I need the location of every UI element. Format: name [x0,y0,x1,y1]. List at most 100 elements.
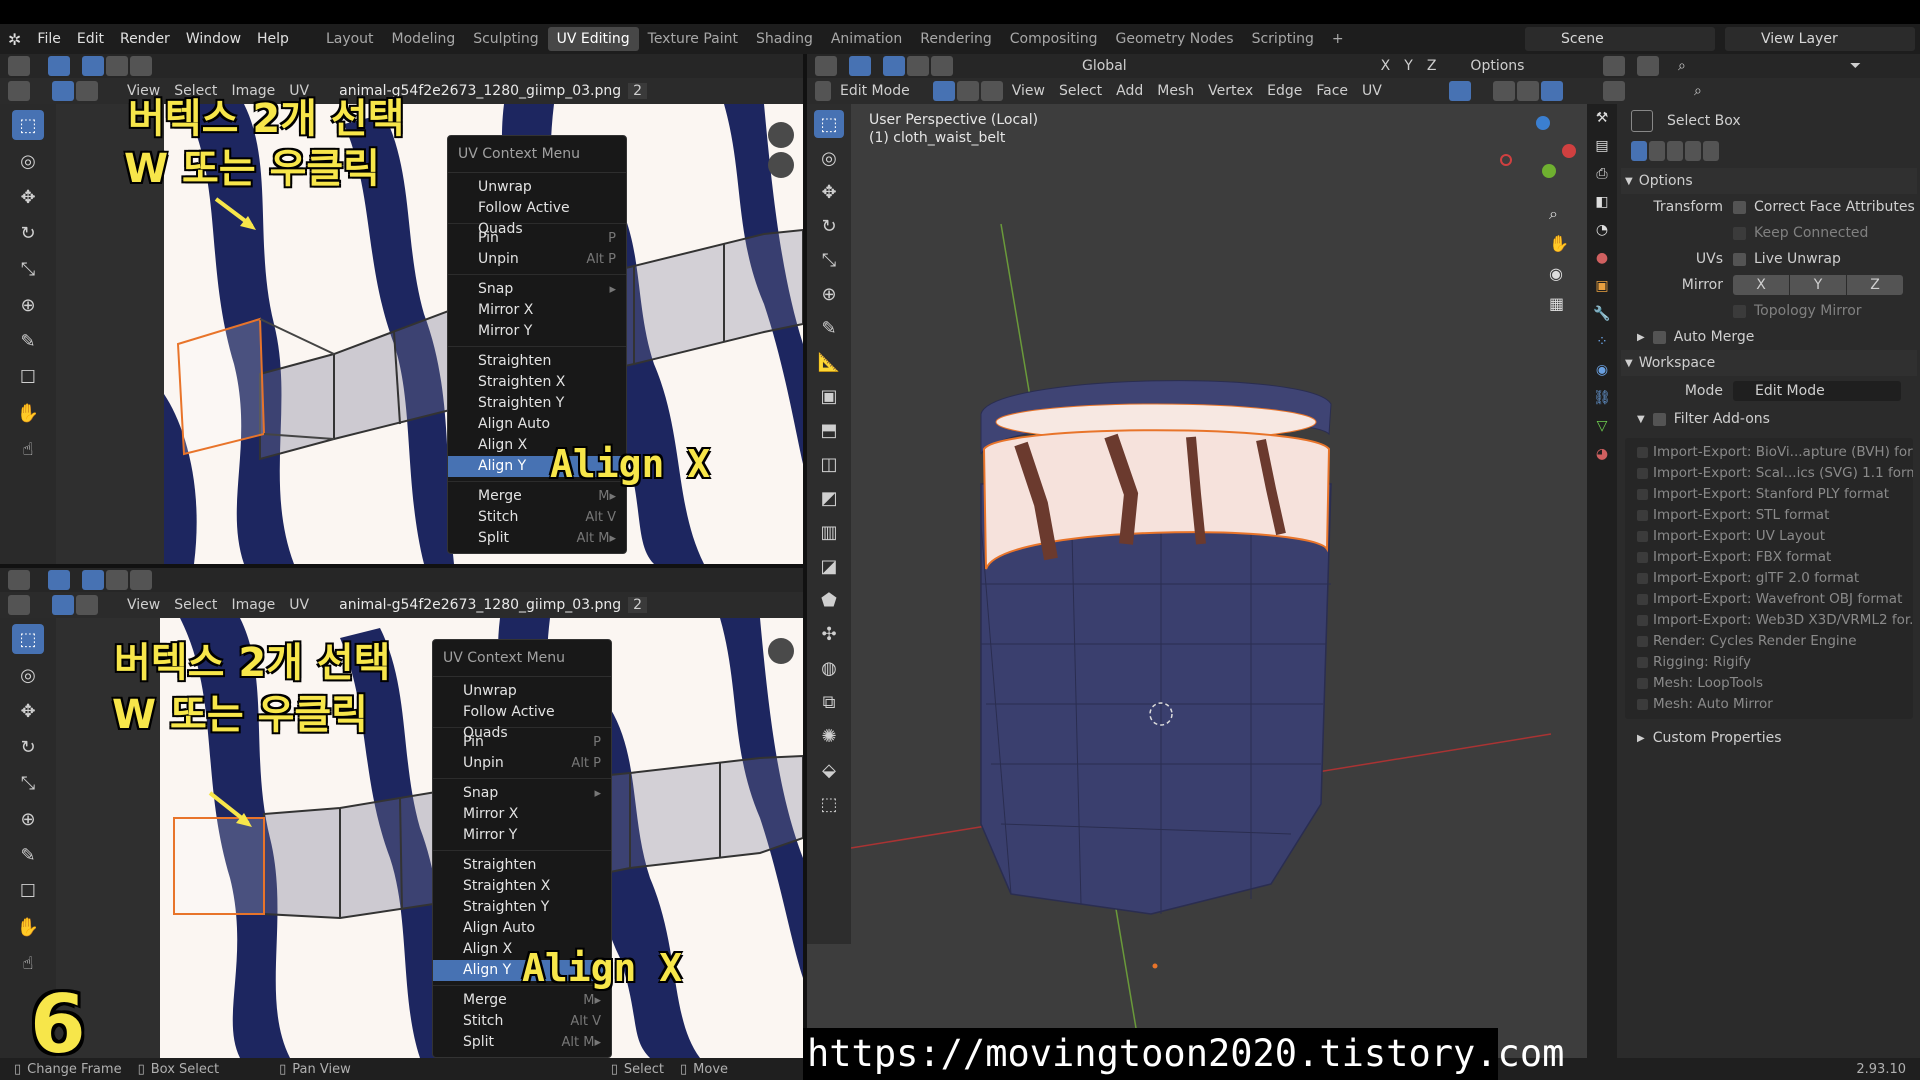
gizmo-y-axis-icon[interactable] [1536,116,1550,130]
axis-y-toggle[interactable]: Y [1397,58,1420,74]
menu-item-unpin[interactable]: Unpin Alt P [448,249,626,270]
bevel-tool-icon[interactable]: ◩ [814,484,844,512]
tab-rendering[interactable]: Rendering [911,27,1001,51]
select-box-tool-icon[interactable]: ⬚ [12,624,44,654]
face-mode-icon[interactable] [130,56,152,76]
addon-item[interactable]: Import-Export: BioVi...apture (BVH) form… [1625,442,1913,463]
addon-item[interactable]: Mesh: LoopTools [1625,673,1913,694]
shear-tool-icon[interactable]: ⬙ [814,756,844,784]
blender-logo-icon[interactable]: ✲ [0,30,29,49]
menu-item-straighten[interactable]: Straighten [448,351,626,372]
grid-icon[interactable]: ▦ [1549,294,1564,313]
menu-item-unwrap[interactable]: Unwrap [433,681,611,702]
menu-item-follow-active-quads[interactable]: Follow Active Quads [448,198,626,237]
tab-shading[interactable]: Shading [747,27,822,51]
view-mode-icon[interactable] [8,595,30,615]
menu-item-pin[interactable]: Pin P [433,732,611,753]
editor-type-icon[interactable] [8,56,30,76]
uv-menu-uv[interactable]: UV [282,597,316,613]
face-select-icon[interactable] [931,56,953,76]
tab-render-icon[interactable]: ▤ [1587,132,1617,160]
select-mode-icon[interactable] [48,570,70,590]
tab-modifier-icon[interactable]: 🔧 [1587,300,1617,328]
move-tool-icon[interactable]: ✥ [12,182,44,212]
viewport-menu-add[interactable]: Add [1109,83,1150,99]
mode-extend-icon[interactable] [1649,141,1665,161]
viewport-menu-mesh[interactable]: Mesh [1150,83,1201,99]
grab-tool-icon[interactable]: ☐ [12,876,44,906]
menu-item-straighten[interactable]: Straighten [433,855,611,876]
annotate-tool-icon[interactable]: ✎ [12,840,44,870]
menu-item-stitch[interactable]: Stitch Alt V [433,1011,611,1032]
menu-help[interactable]: Help [249,31,297,47]
tab-layout[interactable]: Layout [317,27,383,51]
gizmo-x-axis-icon[interactable] [1562,144,1576,158]
zoom-icon[interactable]: ⌕ [1549,204,1558,224]
mode-subtract-icon[interactable] [1667,141,1683,161]
addon-item[interactable]: Import-Export: Wavefront OBJ format [1625,589,1913,610]
annotate-tool-icon[interactable]: ✎ [814,314,844,342]
gizmo-neg-x-icon[interactable] [1500,154,1512,166]
scene-selector[interactable]: Scene [1525,27,1715,51]
menu-item-mirror-x[interactable]: Mirror X [433,804,611,825]
mirror-x-button[interactable]: X [1733,275,1789,295]
scale-tool-icon[interactable]: ⤡ [814,246,844,274]
options-panel-header[interactable]: ▼ Options [1621,168,1917,194]
face-mode-icon[interactable] [980,81,1003,101]
orientation-dropdown[interactable]: Global [1075,58,1134,74]
addon-item[interactable]: Import-Export: FBX format [1625,547,1913,568]
workspace-panel-header[interactable]: ▼ Workspace [1621,350,1917,376]
pinch-tool-icon[interactable]: ☝ [12,948,44,978]
menu-file[interactable]: File [29,31,68,47]
menu-window[interactable]: Window [178,31,249,47]
pan-hand-icon[interactable]: ✋ [1549,234,1569,253]
auto-merge-checkbox[interactable] [1652,330,1666,344]
tab-uv-editing[interactable]: UV Editing [547,27,639,51]
vertex-mode-icon[interactable] [82,56,104,76]
menu-item-straighten-y[interactable]: Straighten Y [448,393,626,414]
rip-tool-icon[interactable]: ⬚ [814,790,844,818]
vertex-mode-icon[interactable] [932,81,955,101]
menu-item-stitch[interactable]: Stitch Alt V [448,507,626,528]
addon-item[interactable]: Import-Export: Stanford PLY format [1625,484,1913,505]
poly-build-tool-icon[interactable]: ⬟ [814,586,844,614]
filter-icon[interactable]: ⏷ [1843,58,1868,74]
vertex-select-icon[interactable] [883,56,905,76]
cursor-tool-icon[interactable]: ◎ [12,146,44,176]
uv-select-mode-icon[interactable] [76,595,98,615]
mode-dropdown[interactable]: Edit Mode [833,83,917,99]
tab-animation[interactable]: Animation [822,27,911,51]
correct-face-checkbox[interactable] [1733,200,1746,214]
tab-compositing[interactable]: Compositing [1001,27,1107,51]
outliner-search-icon[interactable]: ⌕ [1671,58,1693,74]
menu-item-mirror-y[interactable]: Mirror Y [433,825,611,846]
select-box-tool-icon[interactable]: ⬚ [814,110,844,138]
keep-connected-checkbox[interactable] [1733,226,1746,240]
tab-world-icon[interactable]: ● [1587,244,1617,272]
nav-gizmo-top[interactable] [768,122,794,148]
nav-gizmo-bottom[interactable] [768,638,794,664]
uv-menu-select[interactable]: Select [167,597,224,613]
tab-data-icon[interactable]: ▽ [1587,412,1617,440]
camera-icon[interactable]: ◉ [1549,264,1563,283]
tab-view-layer-icon[interactable]: ◧ [1587,188,1617,216]
menu-item-straighten-x[interactable]: Straighten X [448,372,626,393]
tab-modeling[interactable]: Modeling [383,27,465,51]
inset-tool-icon[interactable]: ◫ [814,450,844,478]
addon-item[interactable]: Mesh: Auto Mirror [1625,694,1913,715]
mode-select[interactable]: Edit Mode [1733,381,1901,401]
viewport-menu-vertex[interactable]: Vertex [1201,83,1260,99]
select-box-tool-icon[interactable]: ⬚ [12,110,44,140]
menu-item-unpin[interactable]: Unpin Alt P [433,753,611,774]
addon-item[interactable]: Rigging: Rigify [1625,652,1913,673]
tab-constraints-icon[interactable]: ⛓ [1587,384,1617,412]
edge-mode-icon[interactable] [106,570,128,590]
addon-item[interactable]: Import-Export: Web3D X3D/VRML2 for... [1625,610,1913,631]
tab-particles-icon[interactable]: ⁘ [1587,328,1617,356]
edge-mode-icon[interactable] [106,56,128,76]
hand-icon[interactable] [768,152,794,178]
menu-render[interactable]: Render [112,31,178,47]
mode-icon[interactable] [815,81,831,101]
properties-search-icon[interactable]: ⌕ [1687,83,1709,99]
transform-tool-icon[interactable]: ⊕ [12,804,44,834]
